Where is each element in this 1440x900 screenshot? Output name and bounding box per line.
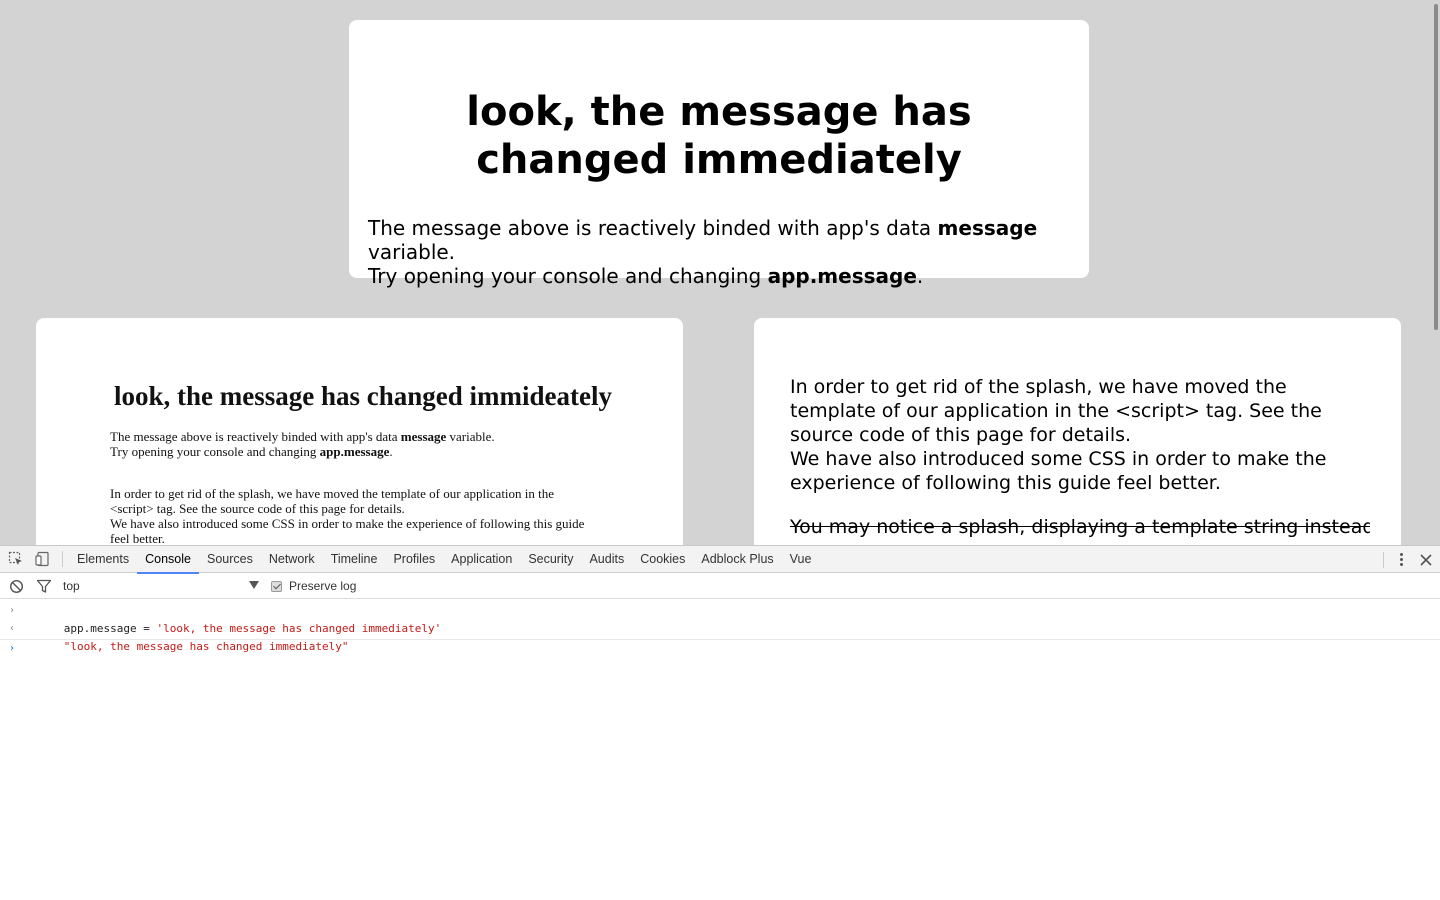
divider [62, 551, 63, 567]
message-description: The message above is reactively binded w… [368, 216, 1070, 288]
desc-text: Try opening your console and changing [368, 264, 768, 288]
close-icon[interactable] [1418, 552, 1434, 568]
devtools-controls [1383, 546, 1434, 573]
devtools-panel: Elements Console Sources Network Timeline Pro… [0, 545, 1440, 900]
page-scrollbar[interactable] [1434, 4, 1438, 330]
desc-text: variable. [368, 240, 456, 264]
desc-bold-message: message [937, 216, 1038, 240]
strikethrough-text: You may notice a splash, displaying a te… [790, 516, 1370, 538]
screenshot-text: Try opening your console and changing [110, 444, 320, 459]
tab-timeline[interactable]: Timeline [323, 546, 386, 573]
execution-context-select[interactable]: top [63, 579, 80, 593]
explanation-paragraph: In order to get rid of the splash, we ha… [790, 376, 1322, 446]
screenshot-text: <script> tag. See the source code of thi… [110, 501, 405, 516]
screenshot-text: In order to get rid of the splash, we ha… [110, 486, 555, 501]
message-card: look, the message has changed immediatel… [349, 20, 1089, 288]
explanation-text: In order to get rid of the splash, we ha… [790, 375, 1370, 495]
desc-text: . [916, 264, 924, 288]
screenshot-bold: app.message [319, 444, 390, 459]
inspect-element-icon[interactable] [5, 548, 27, 570]
tab-profiles[interactable]: Profiles [385, 546, 443, 573]
divider [1383, 551, 1384, 568]
devtools-tabbar: Elements Console Sources Network Timeline Pro… [0, 546, 1440, 574]
screenshot-heading: look, the message has changed immideatel… [114, 381, 612, 411]
explanation-paragraph: We have also introduced some CSS in orde… [790, 448, 1327, 494]
screenshot-bold: message [400, 429, 447, 444]
screenshot-text: The message above is reactively binded w… [110, 429, 401, 444]
screenshot-text: variable. [446, 429, 495, 444]
console-toolbar: top Preserve log [0, 573, 1440, 599]
desc-bold-app-message: app.message [767, 264, 917, 288]
console-input-line: › app.message = 'look, the message has ch… [0, 602, 1440, 635]
explanation-card: In order to get rid of the splash, we ha… [754, 318, 1401, 545]
tab-security[interactable]: Security [520, 546, 581, 573]
screenshot-text: . [389, 444, 393, 459]
tab-console[interactable]: Console [137, 546, 199, 574]
chevron-right-icon: › [9, 643, 16, 654]
devtools-tabs: Elements Console Sources Network Timeline Pro… [69, 546, 820, 574]
console-result-line: ‹ "look, the message has changed immediat… [0, 620, 1440, 653]
screenshot-paragraph: The message above is reactively binded w… [110, 429, 610, 459]
tab-audits[interactable]: Audits [581, 546, 632, 573]
page-viewport: look, the message has changed immediatel… [0, 0, 1440, 545]
chevron-right-icon: › [9, 605, 16, 616]
screenshot-text: feel better. [110, 531, 165, 545]
preserve-log-label: Preserve log [289, 579, 357, 593]
console-prompt[interactable]: › [0, 640, 1440, 658]
tab-cookies[interactable]: Cookies [632, 546, 693, 573]
more-options-icon[interactable] [1394, 550, 1408, 570]
checkbox-icon[interactable] [271, 580, 282, 592]
tab-sources[interactable]: Sources [199, 546, 261, 573]
filter-icon[interactable] [36, 579, 52, 594]
screenshot-card: look, the message has changed immideatel… [36, 318, 683, 545]
tab-elements[interactable]: Elements [69, 546, 137, 573]
screenshot-text: We have also introduced some CSS in orde… [110, 516, 585, 531]
console-output: › app.message = 'look, the message has ch… [0, 602, 1440, 658]
message-heading: look, the message has changed immediatel… [466, 89, 972, 183]
desc-text: The message above is reactively binded w… [368, 216, 938, 240]
chevron-down-icon[interactable] [249, 581, 259, 589]
tab-network[interactable]: Network [261, 546, 323, 573]
tab-adblock-plus[interactable]: Adblock Plus [693, 546, 781, 573]
tab-application[interactable]: Application [443, 546, 520, 573]
device-toolbar-icon[interactable] [32, 548, 54, 570]
chevron-left-icon: ‹ [9, 623, 16, 634]
screenshot-paragraph: In order to get rid of the splash, we ha… [110, 486, 610, 545]
tab-vue[interactable]: Vue [782, 546, 820, 573]
preserve-log-checkbox[interactable]: Preserve log [271, 579, 356, 593]
screenshot-image: look, the message has changed immideatel… [110, 380, 612, 545]
clear-console-icon[interactable] [9, 579, 24, 594]
